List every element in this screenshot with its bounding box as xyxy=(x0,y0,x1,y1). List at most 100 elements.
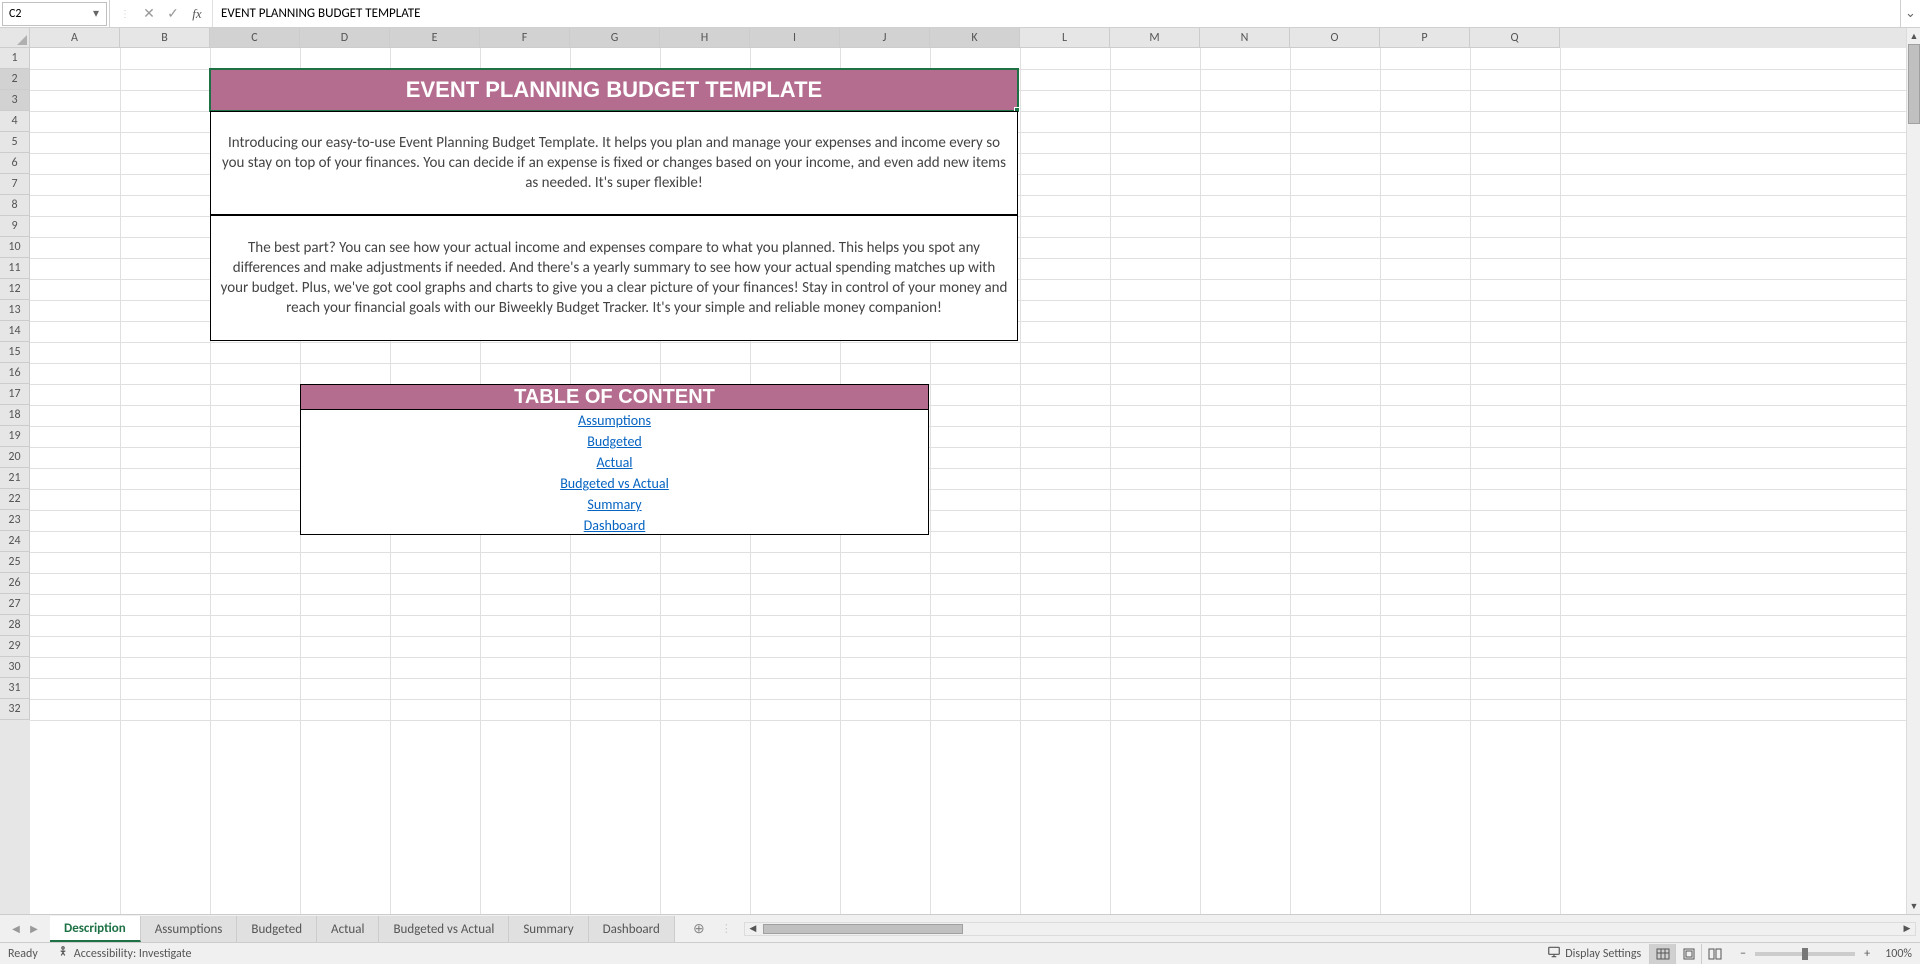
column-header-D[interactable]: D xyxy=(300,28,390,48)
formula-input[interactable]: EVENT PLANNING BUDGET TEMPLATE xyxy=(212,0,1900,27)
sheet-tab-dashboard[interactable]: Dashboard xyxy=(589,916,675,942)
display-settings-icon xyxy=(1547,945,1561,963)
column-header-C[interactable]: C xyxy=(210,28,300,48)
column-header-M[interactable]: M xyxy=(1110,28,1200,48)
row-header-12[interactable]: 12 xyxy=(0,279,30,300)
row-header-2[interactable]: 2 xyxy=(0,69,30,90)
select-all-corner[interactable] xyxy=(0,28,30,48)
toc-link-summary[interactable]: Summary xyxy=(587,496,641,513)
column-header-I[interactable]: I xyxy=(750,28,840,48)
accessibility-status[interactable]: Accessibility: Investigate xyxy=(56,945,192,963)
row-header-10[interactable]: 10 xyxy=(0,237,30,258)
sheet-tab-budgeted-vs-actual[interactable]: Budgeted vs Actual xyxy=(379,916,509,942)
column-header-Q[interactable]: Q xyxy=(1470,28,1560,48)
row-header-26[interactable]: 26 xyxy=(0,573,30,594)
scroll-left-icon[interactable]: ◀ xyxy=(745,923,761,935)
page-break-view-button[interactable] xyxy=(1701,944,1727,964)
row-header-20[interactable]: 20 xyxy=(0,447,30,468)
name-box-dropdown-icon[interactable]: ▾ xyxy=(88,6,104,22)
new-sheet-button[interactable]: ⊕ xyxy=(685,920,713,937)
row-header-30[interactable]: 30 xyxy=(0,657,30,678)
row-header-15[interactable]: 15 xyxy=(0,342,30,363)
row-header-1[interactable]: 1 xyxy=(0,48,30,69)
row-header-28[interactable]: 28 xyxy=(0,615,30,636)
fx-icon[interactable]: fx xyxy=(186,3,208,25)
row-header-19[interactable]: 19 xyxy=(0,426,30,447)
column-header-F[interactable]: F xyxy=(480,28,570,48)
document-title-cell: EVENT PLANNING BUDGET TEMPLATE xyxy=(210,69,1018,111)
row-header-7[interactable]: 7 xyxy=(0,174,30,195)
column-header-B[interactable]: B xyxy=(120,28,210,48)
column-header-P[interactable]: P xyxy=(1380,28,1470,48)
cancel-formula-icon[interactable]: ✕ xyxy=(138,3,160,25)
v-scroll-track[interactable] xyxy=(1907,44,1920,898)
column-header-J[interactable]: J xyxy=(840,28,930,48)
tab-nav-buttons: ◀ ▶ xyxy=(0,920,50,938)
enter-formula-icon[interactable]: ✓ xyxy=(162,3,184,25)
column-header-H[interactable]: H xyxy=(660,28,750,48)
zoom-in-button[interactable]: + xyxy=(1859,946,1875,962)
vertical-scrollbar[interactable]: ▲ ▼ xyxy=(1906,28,1920,914)
sheet-tab-budgeted[interactable]: Budgeted xyxy=(237,916,317,942)
column-header-N[interactable]: N xyxy=(1200,28,1290,48)
row-header-14[interactable]: 14 xyxy=(0,321,30,342)
row-header-25[interactable]: 25 xyxy=(0,552,30,573)
sheet-tab-description[interactable]: Description xyxy=(50,916,141,942)
gridline-h xyxy=(30,636,1906,637)
row-header-11[interactable]: 11 xyxy=(0,258,30,279)
scroll-right-icon[interactable]: ▶ xyxy=(1899,923,1915,935)
column-header-L[interactable]: L xyxy=(1020,28,1110,48)
toc-link-budgeted-vs-actual[interactable]: Budgeted vs Actual xyxy=(560,475,669,492)
toc-link-budgeted[interactable]: Budgeted xyxy=(587,433,642,450)
row-header-4[interactable]: 4 xyxy=(0,111,30,132)
row-header-31[interactable]: 31 xyxy=(0,678,30,699)
tab-prev-icon[interactable]: ◀ xyxy=(8,920,24,938)
sheet-tab-actual[interactable]: Actual xyxy=(317,916,379,942)
row-header-27[interactable]: 27 xyxy=(0,594,30,615)
row-header-23[interactable]: 23 xyxy=(0,510,30,531)
zoom-level: 100% xyxy=(1885,947,1912,961)
scroll-down-icon[interactable]: ▼ xyxy=(1907,898,1920,914)
gridline-h xyxy=(30,699,1906,700)
column-header-E[interactable]: E xyxy=(390,28,480,48)
column-header-G[interactable]: G xyxy=(570,28,660,48)
sheet-tab-assumptions[interactable]: Assumptions xyxy=(141,916,238,942)
column-header-K[interactable]: K xyxy=(930,28,1020,48)
v-scroll-thumb[interactable] xyxy=(1908,44,1920,124)
normal-view-button[interactable] xyxy=(1649,944,1675,964)
row-header-16[interactable]: 16 xyxy=(0,363,30,384)
row-header-17[interactable]: 17 xyxy=(0,384,30,405)
row-header-24[interactable]: 24 xyxy=(0,531,30,552)
scroll-up-icon[interactable]: ▲ xyxy=(1907,28,1920,44)
horizontal-scrollbar[interactable]: ◀ ▶ xyxy=(744,922,1916,936)
row-header-22[interactable]: 22 xyxy=(0,489,30,510)
row-header-9[interactable]: 9 xyxy=(0,216,30,237)
zoom-slider[interactable] xyxy=(1755,952,1855,956)
row-header-8[interactable]: 8 xyxy=(0,195,30,216)
sheet-tab-summary[interactable]: Summary xyxy=(509,916,588,942)
zoom-slider-thumb[interactable] xyxy=(1802,948,1808,960)
view-buttons xyxy=(1649,944,1727,964)
name-box[interactable]: C2 ▾ xyxy=(2,2,107,26)
tab-next-icon[interactable]: ▶ xyxy=(26,920,42,938)
page-layout-view-button[interactable] xyxy=(1675,944,1701,964)
toc-link-actual[interactable]: Actual xyxy=(597,454,633,471)
row-header-6[interactable]: 6 xyxy=(0,153,30,174)
h-scroll-thumb[interactable] xyxy=(763,924,963,934)
row-header-5[interactable]: 5 xyxy=(0,132,30,153)
row-header-3[interactable]: 3 xyxy=(0,90,30,111)
toc-link-dashboard[interactable]: Dashboard xyxy=(584,517,646,534)
row-header-21[interactable]: 21 xyxy=(0,468,30,489)
row-header-29[interactable]: 29 xyxy=(0,636,30,657)
column-header-A[interactable]: A xyxy=(30,28,120,48)
display-settings-button[interactable]: Display Settings xyxy=(1547,945,1641,963)
column-header-O[interactable]: O xyxy=(1290,28,1380,48)
zoom-out-button[interactable]: − xyxy=(1735,946,1751,962)
gridline-h xyxy=(30,363,1906,364)
toc-link-assumptions[interactable]: Assumptions xyxy=(578,412,651,429)
row-header-18[interactable]: 18 xyxy=(0,405,30,426)
cells-area[interactable]: EVENT PLANNING BUDGET TEMPLATE Introduci… xyxy=(30,48,1906,914)
row-header-13[interactable]: 13 xyxy=(0,300,30,321)
row-header-32[interactable]: 32 xyxy=(0,699,30,720)
formula-expand-icon[interactable]: ⌄ xyxy=(1900,0,1920,27)
